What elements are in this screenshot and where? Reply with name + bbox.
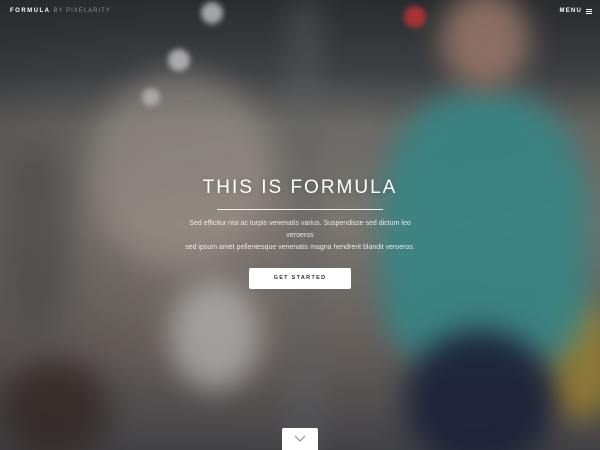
scroll-down-button[interactable]	[282, 428, 318, 450]
site-header: FORMULA BY PIXELARITY MENU	[0, 0, 600, 24]
menu-label: MENU	[559, 8, 582, 14]
hero-title: THIS IS FORMULA	[202, 177, 398, 198]
hero-section: FORMULA BY PIXELARITY MENU THIS IS FORMUL…	[0, 0, 600, 450]
title-divider	[217, 209, 383, 210]
description-line-1: Sed efficitur nisi ac turpis venenatis v…	[189, 220, 411, 239]
menu-button[interactable]: MENU	[560, 8, 592, 14]
logo-subtext: BY PIXELARITY	[53, 8, 111, 14]
hero-description: Sed efficitur nisi ac turpis venenatis v…	[180, 218, 420, 254]
description-line-2: sed ipsum amet pellentesque venenatis ma…	[185, 244, 415, 251]
get-started-button[interactable]: GET STARTED	[249, 268, 351, 289]
hamburger-icon	[586, 8, 592, 14]
logo-text: FORMULA	[10, 8, 51, 14]
site-logo[interactable]: FORMULA BY PIXELARITY	[10, 8, 111, 14]
hero-content: THIS IS FORMULA Sed efficitur nisi ac tu…	[0, 175, 600, 289]
chevron-down-icon	[294, 435, 306, 442]
